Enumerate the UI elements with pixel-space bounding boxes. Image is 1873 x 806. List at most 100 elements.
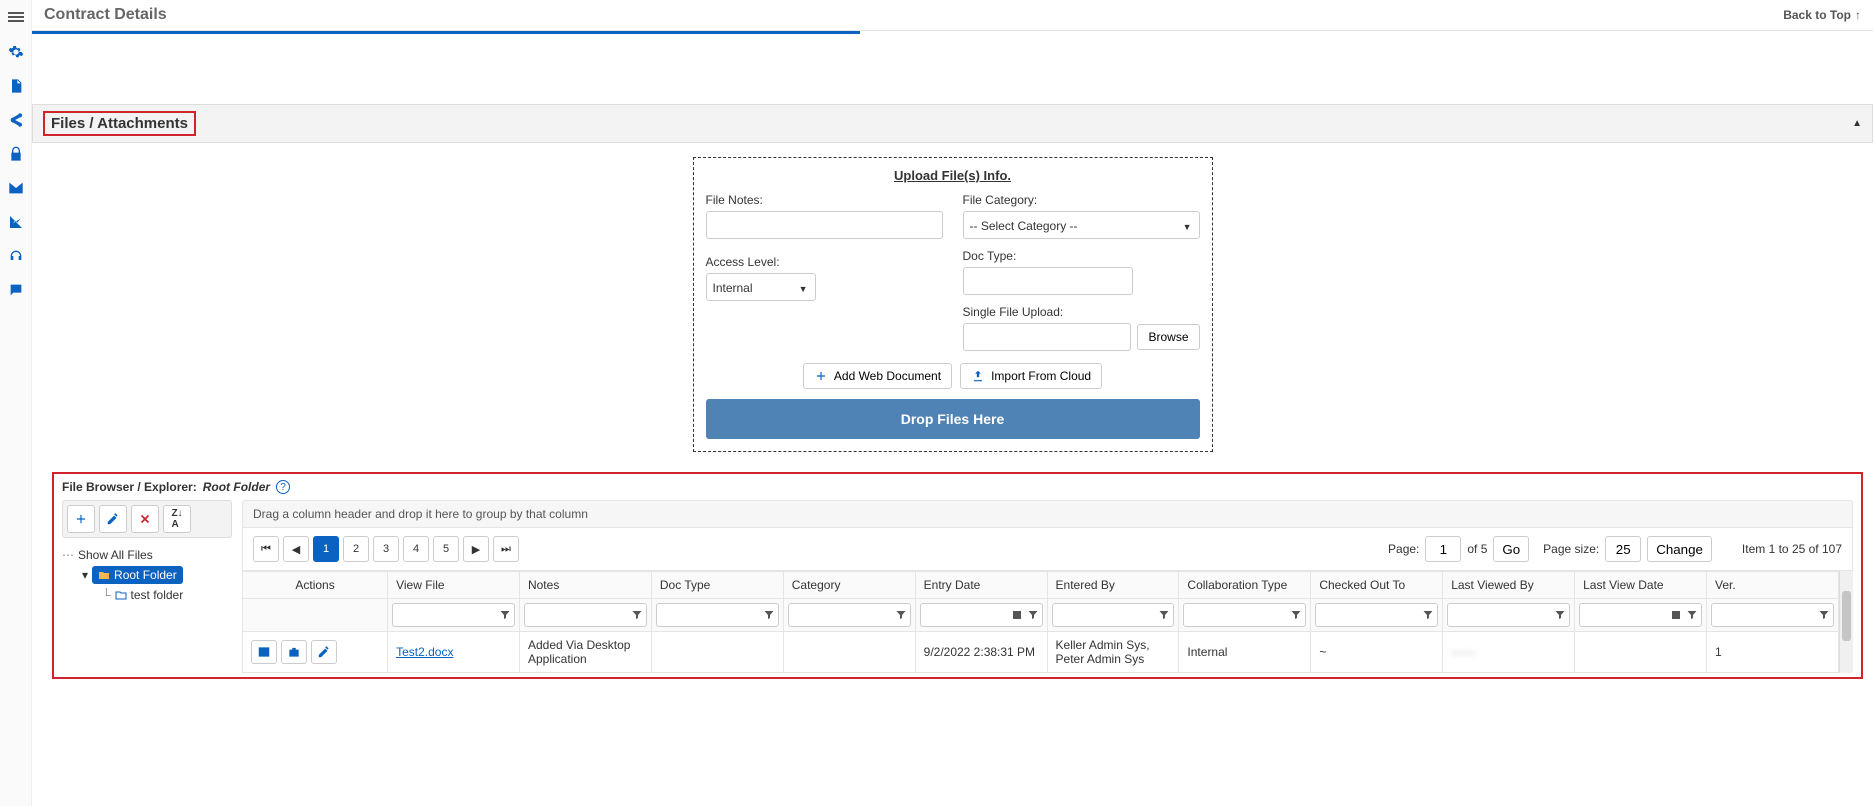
chart-icon[interactable] (8, 214, 24, 230)
filter-entry-date[interactable] (920, 603, 1043, 627)
filter-last-viewed-by[interactable] (1447, 603, 1570, 627)
pager-prev[interactable]: ◀ (283, 536, 309, 562)
pager-page-3[interactable]: 3 (373, 536, 399, 562)
sort-button[interactable]: Z↓A (163, 505, 191, 533)
back-to-top-link[interactable]: Back to Top ↑ (1783, 8, 1861, 22)
filter-notes[interactable] (524, 603, 647, 627)
filter-icon[interactable] (1686, 609, 1698, 621)
cell-last-viewed-by: —— (1443, 632, 1575, 673)
change-button[interactable]: Change (1647, 536, 1712, 562)
file-link[interactable]: Test2.docx (396, 645, 453, 659)
page-input[interactable] (1425, 536, 1461, 562)
file-notes-input[interactable] (706, 211, 943, 239)
col-checked-out[interactable]: Checked Out To (1311, 572, 1443, 599)
doc-type-input[interactable] (963, 267, 1133, 295)
filter-view-file[interactable] (392, 603, 515, 627)
drop-zone[interactable]: Drop Files Here (706, 399, 1200, 439)
calendar-icon[interactable] (1011, 609, 1023, 621)
row-briefcase-icon[interactable] (281, 640, 307, 664)
col-category[interactable]: Category (783, 572, 915, 599)
access-level-label: Access Level: (706, 255, 943, 269)
files-table: Actions View File Notes Doc Type Categor… (242, 571, 1839, 673)
help-icon[interactable]: ? (276, 480, 290, 494)
col-last-viewed-by[interactable]: Last Viewed By (1443, 572, 1575, 599)
col-view-file[interactable]: View File (388, 572, 520, 599)
document-icon[interactable] (8, 78, 24, 94)
col-last-view-date[interactable]: Last View Date (1575, 572, 1707, 599)
filter-icon[interactable] (499, 609, 511, 621)
import-cloud-button[interactable]: Import From Cloud (960, 363, 1102, 389)
row-edit-icon[interactable] (311, 640, 337, 664)
cell-last-view-date (1575, 632, 1707, 673)
edit-folder-button[interactable] (99, 505, 127, 533)
col-entry-date[interactable]: Entry Date (915, 572, 1047, 599)
filter-category[interactable] (788, 603, 911, 627)
file-category-select[interactable]: -- Select Category -- (963, 211, 1200, 239)
filter-icon[interactable] (1554, 609, 1566, 621)
test-folder-node[interactable]: └ test folder (102, 586, 232, 604)
delete-folder-button[interactable] (131, 505, 159, 533)
filter-last-view-date[interactable] (1579, 603, 1702, 627)
col-entered-by[interactable]: Entered By (1047, 572, 1179, 599)
file-notes-label: File Notes: (706, 193, 943, 207)
col-collab-type[interactable]: Collaboration Type (1179, 572, 1311, 599)
pager-page-2[interactable]: 2 (343, 536, 369, 562)
filter-icon[interactable] (1027, 609, 1039, 621)
filter-entered-by[interactable] (1052, 603, 1175, 627)
gear-icon[interactable] (8, 44, 24, 60)
col-actions[interactable]: Actions (243, 572, 388, 599)
col-ver[interactable]: Ver. (1706, 572, 1838, 599)
row-view-icon[interactable] (251, 640, 277, 664)
calendar-icon[interactable] (1670, 609, 1682, 621)
collapse-icon[interactable]: ▲ (1852, 118, 1862, 129)
filter-icon[interactable] (1818, 609, 1830, 621)
col-notes[interactable]: Notes (519, 572, 651, 599)
filter-icon[interactable] (631, 609, 643, 621)
root-folder-node[interactable]: ▾ Root Folder (82, 564, 232, 586)
cell-entry-date: 9/2/2022 2:38:31 PM (915, 632, 1047, 673)
left-sidebar (0, 0, 32, 806)
filter-icon[interactable] (1422, 609, 1434, 621)
access-level-select[interactable]: Internal (706, 273, 816, 301)
filter-icon[interactable] (895, 609, 907, 621)
filter-checked-out[interactable] (1315, 603, 1438, 627)
pager-page-1[interactable]: 1 (313, 536, 339, 562)
tree-toolbar: Z↓A (62, 500, 232, 538)
filter-doc-type[interactable] (656, 603, 779, 627)
filter-icon[interactable] (1290, 609, 1302, 621)
filter-ver[interactable] (1711, 603, 1834, 627)
folder-icon (115, 589, 127, 601)
page-of: of 5 (1467, 542, 1487, 556)
cell-notes: Added Via Desktop Application (519, 632, 651, 673)
group-hint[interactable]: Drag a column header and drop it here to… (242, 500, 1853, 528)
menu-icon[interactable] (8, 16, 24, 18)
vertical-scrollbar[interactable] (1839, 571, 1853, 673)
pager: ⏮ ◀ 1 2 3 4 5 ▶ ⏭ Page: (242, 528, 1853, 571)
pager-next[interactable]: ▶ (463, 536, 489, 562)
filter-icon[interactable] (763, 609, 775, 621)
cell-ver: 1 (1706, 632, 1838, 673)
lock-icon[interactable] (8, 146, 24, 162)
filter-collab-type[interactable] (1183, 603, 1306, 627)
filter-icon[interactable] (1158, 609, 1170, 621)
files-section-header[interactable]: Files / Attachments ▲ (32, 104, 1873, 143)
mail-icon[interactable] (8, 180, 24, 196)
show-all-files[interactable]: ⋯ Show All Files (62, 546, 232, 564)
pager-first[interactable]: ⏮ (253, 536, 279, 562)
add-folder-button[interactable] (67, 505, 95, 533)
add-web-doc-button[interactable]: Add Web Document (803, 363, 952, 389)
single-file-input[interactable] (963, 323, 1132, 351)
headset-icon[interactable] (8, 248, 24, 264)
file-category-label: File Category: (963, 193, 1200, 207)
go-button[interactable]: Go (1493, 536, 1529, 562)
table-row: Test2.docx Added Via Desktop Application… (243, 632, 1839, 673)
pager-last[interactable]: ⏭ (493, 536, 519, 562)
pager-page-4[interactable]: 4 (403, 536, 429, 562)
page-size-input[interactable] (1605, 536, 1641, 562)
share-icon[interactable] (8, 112, 24, 128)
col-doc-type[interactable]: Doc Type (651, 572, 783, 599)
pager-page-5[interactable]: 5 (433, 536, 459, 562)
plus-icon (814, 369, 828, 383)
browse-button[interactable]: Browse (1137, 324, 1199, 350)
chat-icon[interactable] (8, 282, 24, 298)
